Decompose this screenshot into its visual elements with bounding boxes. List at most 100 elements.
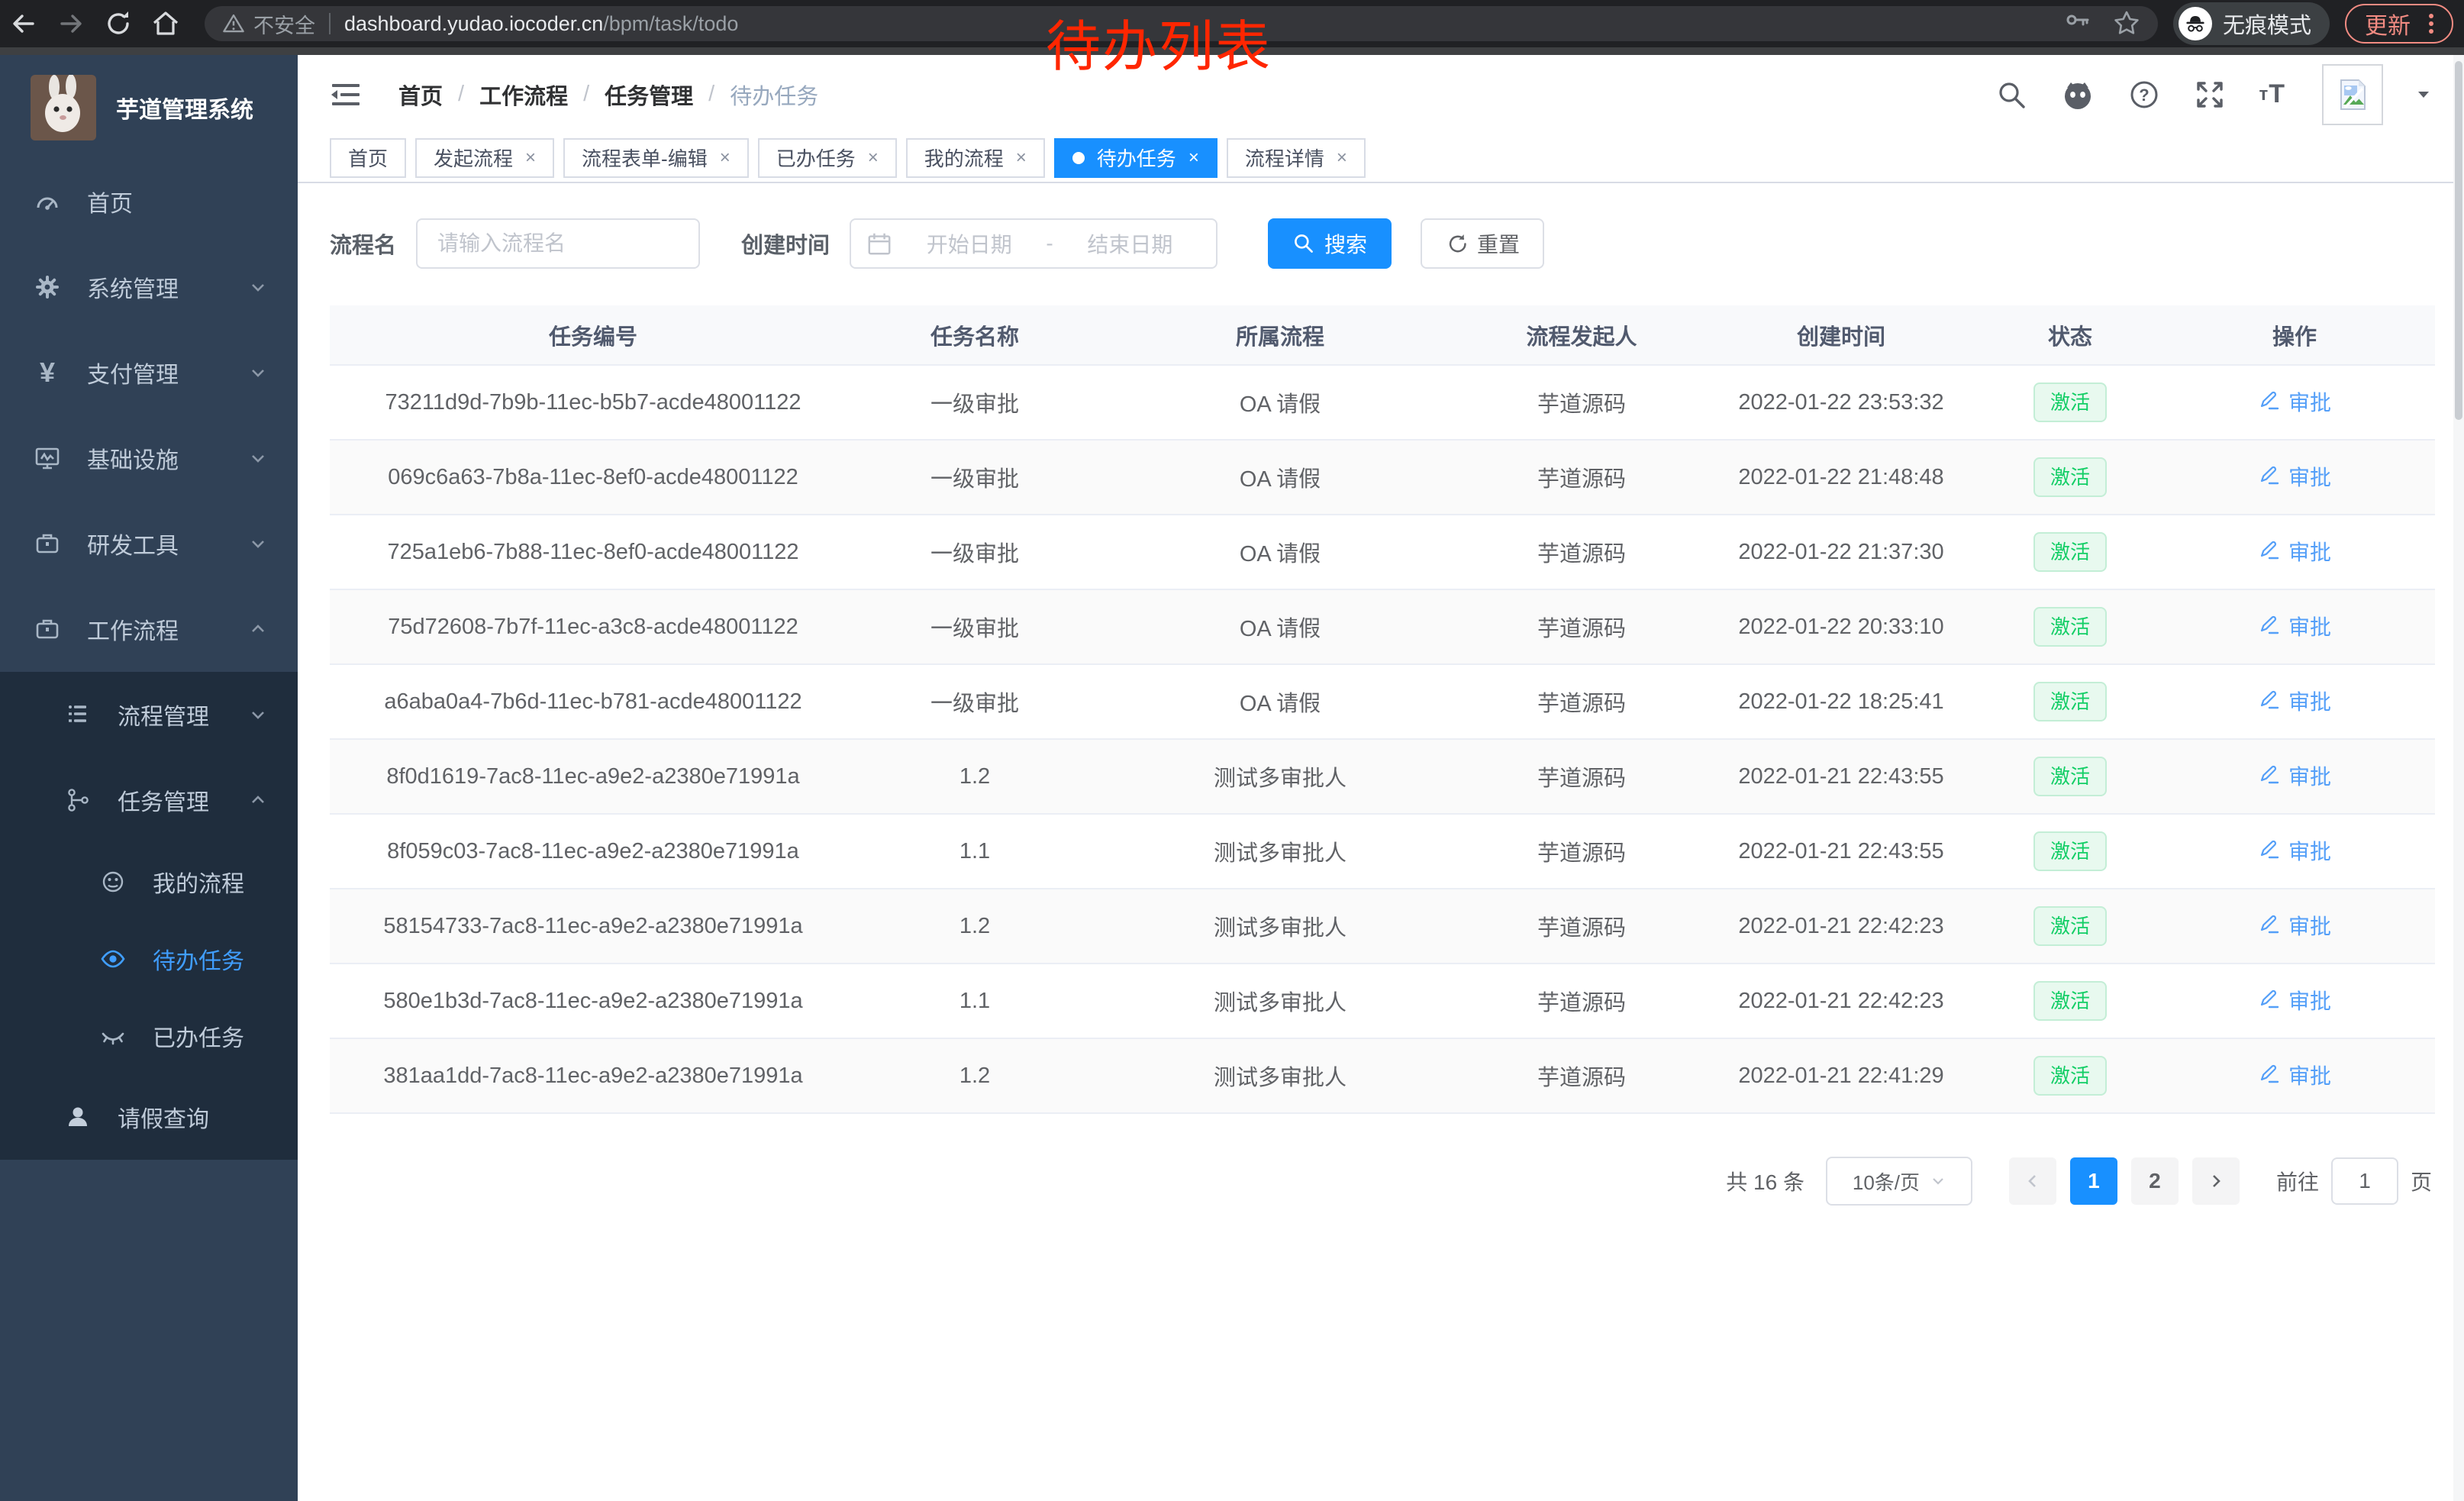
approve-link[interactable]: 审批: [2258, 985, 2331, 1015]
search-icon[interactable]: [1995, 78, 2028, 111]
breadcrumb: 首页 / 工作流程 / 任务管理 / 待办任务: [398, 79, 818, 111]
page-button-1[interactable]: 1: [2070, 1157, 2117, 1205]
update-button[interactable]: 更新: [2345, 4, 2453, 44]
goto-page: 前往 页: [2276, 1157, 2432, 1205]
sidebar-item-leave-query[interactable]: 请假查询: [0, 1074, 298, 1160]
id-cell: 8f0d1619-7ac8-11ec-a9e2-a2380e71991a: [330, 739, 856, 814]
sidebar-item-done-tasks[interactable]: 已办任务: [0, 997, 298, 1074]
sidebar-item-my-process[interactable]: 我的流程: [0, 843, 298, 920]
tab-my-process[interactable]: 我的流程×: [906, 138, 1045, 178]
id-cell: 580e1b3d-7ac8-11ec-a9e2-a2380e71991a: [330, 964, 856, 1038]
tab-done-tasks[interactable]: 已办任务×: [758, 138, 897, 178]
edit-pen-icon: [2258, 465, 2281, 488]
goto-page-input[interactable]: [2331, 1157, 2398, 1205]
tab-home[interactable]: 首页: [330, 138, 406, 178]
sidebar-item-system[interactable]: 系统管理: [0, 244, 298, 330]
app-logo-row[interactable]: 芋道管理系统: [0, 55, 298, 147]
approve-link[interactable]: 审批: [2258, 686, 2331, 716]
page-size-select[interactable]: 10条/页: [1826, 1157, 1972, 1206]
filter-form: 流程名 创建时间 开始日期 - 结束日期 搜索 重置: [298, 183, 2464, 269]
tab-close-icon[interactable]: ×: [525, 149, 536, 167]
browser-forward-button[interactable]: [47, 0, 95, 47]
name-cell: 1.2: [856, 1038, 1093, 1113]
sidebar-item-process-management[interactable]: 流程管理: [0, 672, 298, 757]
scrollbar-track[interactable]: [2453, 55, 2464, 1501]
tab-close-icon[interactable]: ×: [1188, 149, 1199, 167]
approve-link[interactable]: 审批: [2258, 1060, 2331, 1090]
chevron-down-icon: [1930, 1173, 1946, 1189]
next-page-button[interactable]: [2192, 1157, 2240, 1205]
status-cell: 激活: [1986, 739, 2154, 814]
process-name-input[interactable]: [416, 218, 700, 269]
breadcrumb-task-management[interactable]: 任务管理: [605, 79, 693, 111]
tab-close-icon[interactable]: ×: [1016, 149, 1027, 167]
created-cell: 2022-01-22 21:48:48: [1696, 440, 1986, 515]
avatar-caret-icon[interactable]: [2415, 86, 2432, 103]
site-security-info[interactable]: 不安全: [221, 9, 315, 39]
page-button-2[interactable]: 2: [2131, 1157, 2179, 1205]
created-cell: 2022-01-22 18:25:41: [1696, 664, 1986, 739]
sidebar-item-todo-tasks[interactable]: 待办任务: [0, 920, 298, 997]
refresh-icon: [1445, 232, 1468, 255]
sidebar-collapse-icon[interactable]: [330, 79, 362, 111]
breadcrumb-workflow[interactable]: 工作流程: [479, 79, 568, 111]
approve-link[interactable]: 审批: [2258, 461, 2331, 492]
password-key-icon[interactable]: [2063, 9, 2092, 38]
id-cell: 73211d9d-7b9b-11ec-b5b7-acde48001122: [330, 365, 856, 440]
browser-menu-icon[interactable]: [2418, 11, 2444, 37]
action-cell: 审批: [2154, 814, 2435, 889]
address-bar[interactable]: 不安全 dashboard.yudao.iocoder.cn/bpm/task/…: [205, 6, 2158, 41]
created-cell: 2022-01-21 22:42:23: [1696, 964, 1986, 1038]
sidebar-item-home[interactable]: 首页: [0, 159, 298, 244]
name-cell: 1.2: [856, 889, 1093, 964]
help-icon[interactable]: ?: [2127, 78, 2161, 111]
browser-home-button[interactable]: [142, 0, 189, 47]
sidebar-item-task-management[interactable]: 任务管理: [0, 757, 298, 843]
search-button[interactable]: 搜索: [1268, 218, 1392, 269]
tab-process-detail[interactable]: 流程详情×: [1227, 138, 1366, 178]
browser-back-button[interactable]: [0, 0, 47, 47]
approve-link[interactable]: 审批: [2258, 611, 2331, 641]
sidebar-item-infrastructure[interactable]: 基础设施: [0, 415, 298, 501]
prev-page-button[interactable]: [2009, 1157, 2056, 1205]
tab-close-icon[interactable]: ×: [1337, 149, 1347, 167]
name-cell: 1.1: [856, 964, 1093, 1038]
id-cell: a6aba0a4-7b6d-11ec-b781-acde48001122: [330, 664, 856, 739]
browser-reload-button[interactable]: [95, 0, 142, 47]
avatar[interactable]: [2322, 64, 2383, 125]
sidebar-item-workflow[interactable]: 工作流程: [0, 586, 298, 672]
url-divider: [329, 13, 331, 34]
approve-link[interactable]: 审批: [2258, 910, 2331, 941]
tab-close-icon[interactable]: ×: [868, 149, 879, 167]
github-icon[interactable]: [2060, 77, 2095, 112]
tab-todo-tasks[interactable]: 待办任务×: [1054, 138, 1217, 178]
breadcrumb-home[interactable]: 首页: [398, 79, 443, 111]
created-cell: 2022-01-21 22:43:55: [1696, 739, 1986, 814]
created-cell: 2022-01-21 22:41:29: [1696, 1038, 1986, 1113]
process-name-label: 流程名: [330, 228, 396, 260]
approve-link[interactable]: 审批: [2258, 536, 2331, 567]
person-face-icon: [99, 868, 127, 896]
approve-link[interactable]: 审批: [2258, 386, 2331, 417]
action-cell: 审批: [2154, 515, 2435, 589]
chevron-down-icon: [249, 363, 267, 382]
tab-process-form-edit[interactable]: 流程表单-编辑×: [563, 138, 749, 178]
approve-link[interactable]: 审批: [2258, 760, 2331, 791]
process-cell: 测试多审批人: [1093, 739, 1467, 814]
fullscreen-icon[interactable]: [2193, 78, 2227, 111]
bookmark-star-icon[interactable]: [2112, 9, 2141, 38]
incognito-label: 无痕模式: [2223, 8, 2311, 40]
tab-close-icon[interactable]: ×: [720, 149, 730, 167]
reset-button[interactable]: 重置: [1421, 218, 1544, 269]
tab-start-process[interactable]: 发起流程×: [415, 138, 554, 178]
approve-link[interactable]: 审批: [2258, 835, 2331, 866]
sidebar-item-dev-tools[interactable]: 研发工具: [0, 501, 298, 586]
font-size-icon[interactable]: тT: [2259, 79, 2285, 109]
status-badge: 激活: [2033, 831, 2107, 872]
starter-cell: 芋道源码: [1467, 964, 1696, 1038]
table-row: 725a1eb6-7b88-11ec-8ef0-acde48001122一级审批…: [330, 515, 2435, 589]
monitor-icon: [34, 444, 61, 472]
sidebar-item-payment[interactable]: ¥ 支付管理: [0, 330, 298, 415]
date-range-picker[interactable]: 开始日期 - 结束日期: [850, 218, 1217, 269]
scrollbar-thumb[interactable]: [2455, 61, 2462, 420]
